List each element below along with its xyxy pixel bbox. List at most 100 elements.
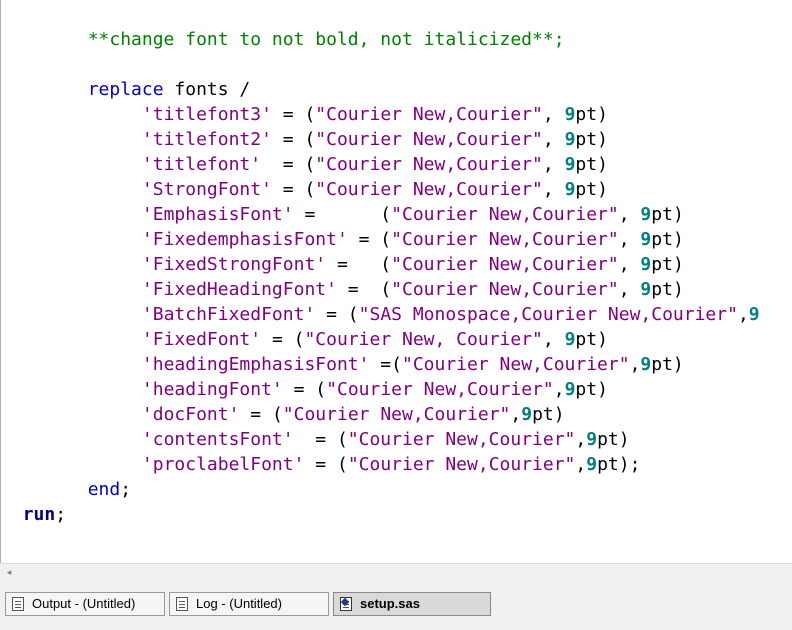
code-token-number: 9 xyxy=(586,429,598,450)
code-token-plain: , xyxy=(542,154,565,175)
tab-log[interactable]: Log - (Untitled) xyxy=(169,592,329,616)
code-token-plain: pt) xyxy=(651,279,684,300)
code-token-bold: run xyxy=(22,504,56,525)
code-token-plain: , xyxy=(618,254,641,275)
code-token-plain: , xyxy=(618,229,641,250)
code-token-plain: pt) xyxy=(651,229,684,250)
code-token-plain: fonts / xyxy=(163,79,251,100)
code-token-plain: = ( xyxy=(293,204,392,225)
code-line[interactable]: end; xyxy=(1,477,131,502)
code-token-plain: pt) xyxy=(597,429,630,450)
code-line[interactable]: 'headingFont' = ("Courier New,Courier",9… xyxy=(1,377,608,402)
code-token-plain: , xyxy=(542,129,565,150)
code-token-plain: = ( xyxy=(282,379,327,400)
code-token-plain: pt) xyxy=(575,104,608,125)
code-token-number: 9 xyxy=(564,154,576,175)
code-line[interactable]: **change font to not bold, not italicize… xyxy=(1,27,565,52)
code-line[interactable]: replace fonts / xyxy=(1,77,251,102)
code-token-number: 9 xyxy=(564,129,576,150)
code-line[interactable]: 'titlefont' = ("Courier New,Courier", 9p… xyxy=(1,152,608,177)
code-line[interactable]: 'docFont' = ("Courier New,Courier",9pt) xyxy=(1,402,565,427)
code-token-plain: = ( xyxy=(315,304,359,325)
code-token-plain: pt) xyxy=(575,379,608,400)
code-line[interactable]: 'FixedStrongFont' = ("Courier New,Courie… xyxy=(1,252,684,277)
code-token-string: 'headingFont' xyxy=(141,379,283,400)
horizontal-scrollbar[interactable]: ◂ xyxy=(0,563,792,580)
code-token-string: "Courier New,Courier" xyxy=(347,429,576,450)
code-token-string: "Courier New,Courier" xyxy=(315,104,543,125)
code-token-number: 9 xyxy=(521,404,533,425)
code-token-plain: = ( xyxy=(271,179,316,200)
code-line[interactable]: 'titlefont3' = ("Courier New,Courier", 9… xyxy=(1,102,608,127)
code-token-string: 'docFont' xyxy=(141,404,240,425)
tab-output[interactable]: Output - (Untitled) xyxy=(5,592,165,616)
code-token-string: 'titlefont2' xyxy=(141,129,272,150)
code-token-plain: pt) xyxy=(651,354,684,375)
code-token-plain: = ( xyxy=(261,329,305,350)
code-token-string: "Courier New,Courier" xyxy=(391,229,619,250)
code-line[interactable]: 'StrongFont' = ("Courier New,Courier", 9… xyxy=(1,177,608,202)
code-token-string: 'proclabelFont' xyxy=(141,454,305,475)
code-line[interactable]: 'BatchFixedFont' = ("SAS Monospace,Couri… xyxy=(1,302,760,327)
code-token-string: 'FixedFont' xyxy=(141,329,262,350)
code-token-number: 9 xyxy=(748,304,760,325)
code-token-string: "Courier New,Courier" xyxy=(391,279,619,300)
tab-log-label: Log - (Untitled) xyxy=(196,596,282,611)
code-token-plain: pt); xyxy=(597,454,641,475)
code-line[interactable]: 'contentsFont' = ("Courier New,Courier",… xyxy=(1,427,630,452)
code-token-plain: = ( xyxy=(293,429,348,450)
code-line[interactable]: 'EmphasisFont' = ("Courier New,Courier",… xyxy=(1,202,684,227)
code-token-string: "Courier New,Courier" xyxy=(315,179,543,200)
code-token-string: "Courier New,Courier" xyxy=(391,204,619,225)
code-token-string: "Courier New,Courier" xyxy=(401,354,630,375)
code-token-string: "Courier New,Courier" xyxy=(391,254,619,275)
document-icon xyxy=(176,597,188,611)
code-token-plain: , xyxy=(737,304,749,325)
code-line[interactable]: run; xyxy=(1,502,66,527)
code-token-string: "Courier New,Courier" xyxy=(315,129,543,150)
code-editor[interactable]: **change font to not bold, not italicize… xyxy=(0,0,792,563)
code-line[interactable]: 'FixedFont' = ("Courier New, Courier", 9… xyxy=(1,327,608,352)
code-token-keyword: end xyxy=(87,479,121,500)
code-token-string: 'BatchFixedFont' xyxy=(141,304,316,325)
code-token-string: "SAS Monospace,Courier New,Courier" xyxy=(358,304,738,325)
code-token-number: 9 xyxy=(564,179,576,200)
code-token-string: "Courier New, Courier" xyxy=(304,329,543,350)
code-token-plain: pt) xyxy=(651,204,684,225)
code-token-plain: pt) xyxy=(575,329,608,350)
code-token-plain: , xyxy=(575,454,587,475)
code-token-number: 9 xyxy=(564,104,576,125)
code-token-number: 9 xyxy=(586,454,598,475)
window-tab-bar: Output - (Untitled) Log - (Untitled) set… xyxy=(0,590,792,620)
code-line[interactable]: 'proclabelFont' = ("Courier New,Courier"… xyxy=(1,452,641,477)
tab-output-label: Output - (Untitled) xyxy=(32,596,136,611)
tab-setup-sas[interactable]: setup.sas xyxy=(333,592,491,616)
code-token-plain: , xyxy=(542,179,565,200)
scroll-left-arrow-icon[interactable]: ◂ xyxy=(3,565,15,579)
code-token-plain: , xyxy=(542,329,565,350)
code-token-plain: pt) xyxy=(532,404,565,425)
code-token-plain: , xyxy=(618,279,641,300)
code-token-plain: pt) xyxy=(651,254,684,275)
code-line[interactable]: 'headingEmphasisFont' =("Courier New,Cou… xyxy=(1,352,684,377)
code-line[interactable]: 'FixedHeadingFont' = ("Courier New,Couri… xyxy=(1,277,684,302)
code-token-plain: = ( xyxy=(304,454,348,475)
code-line[interactable]: 'titlefont2' = ("Courier New,Courier", 9… xyxy=(1,127,608,152)
code-token-plain: , xyxy=(542,104,565,125)
code-token-plain: , xyxy=(553,379,565,400)
code-token-plain: = ( xyxy=(271,129,316,150)
code-token-string: "Courier New,Courier" xyxy=(326,379,554,400)
code-line[interactable]: 'FixedemphasisFont' = ("Courier New,Cour… xyxy=(1,227,684,252)
code-token-plain: = ( xyxy=(347,229,392,250)
